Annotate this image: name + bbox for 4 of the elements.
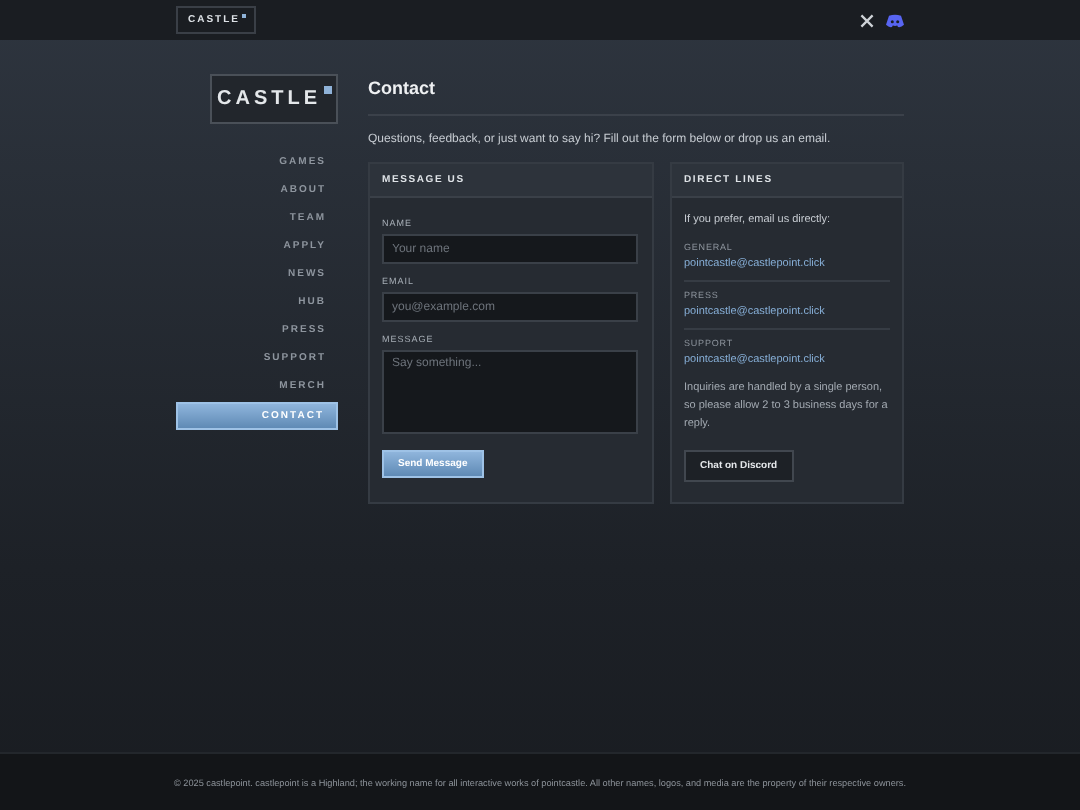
site-logo[interactable]: CASTLE [210, 74, 338, 124]
page-title: Contact [368, 74, 904, 116]
discord-icon[interactable] [886, 13, 904, 27]
x-icon[interactable] [860, 13, 874, 27]
